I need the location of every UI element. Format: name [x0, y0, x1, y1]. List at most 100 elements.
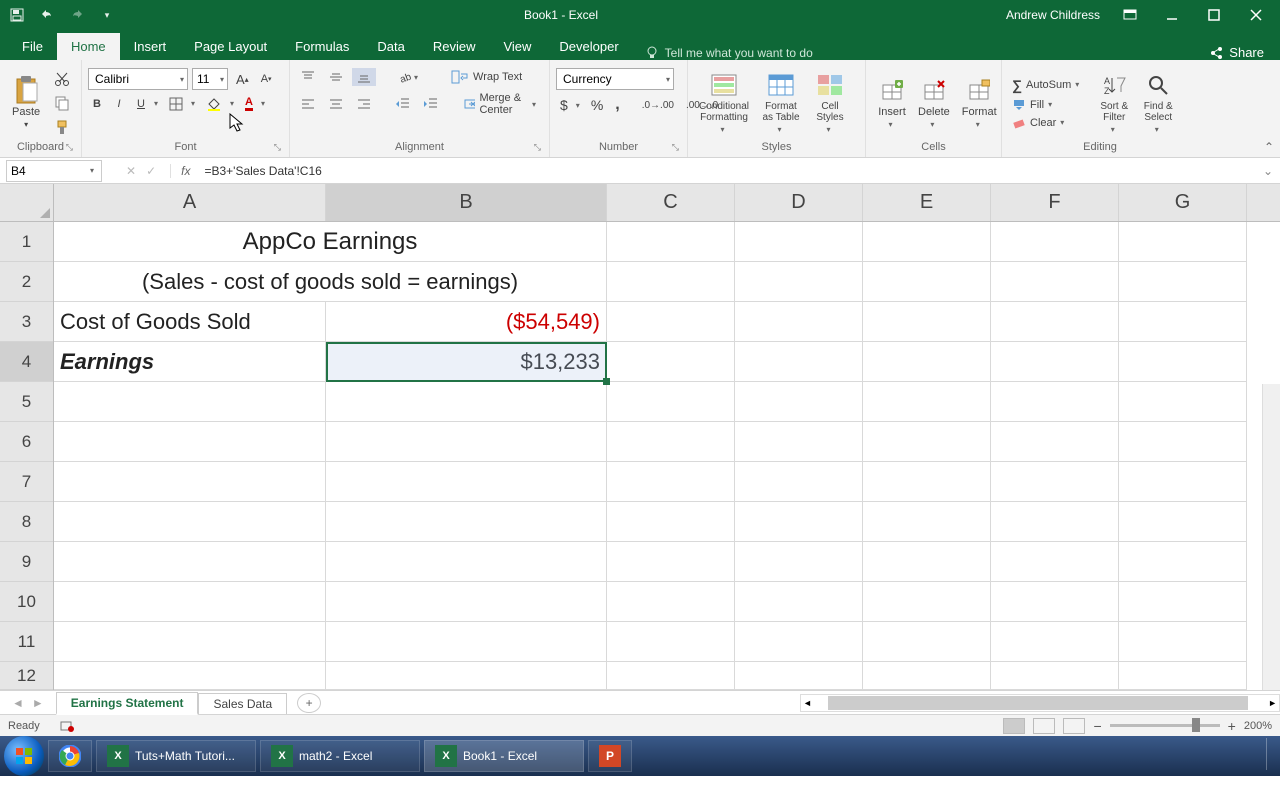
row-header[interactable]: 8 [0, 502, 53, 542]
cell[interactable] [1119, 222, 1247, 262]
show-desktop-button[interactable] [1266, 738, 1276, 770]
cut-button[interactable] [50, 69, 74, 89]
tab-formulas[interactable]: Formulas [281, 33, 363, 60]
zoom-slider[interactable] [1110, 724, 1220, 727]
clear-button[interactable]: Clear▾ [1008, 115, 1086, 131]
tab-home[interactable]: Home [57, 33, 120, 60]
tab-insert[interactable]: Insert [120, 33, 181, 60]
row-header[interactable]: 3 [0, 302, 53, 342]
cell[interactable] [607, 262, 735, 302]
cell[interactable] [991, 382, 1119, 422]
cell[interactable] [607, 422, 735, 462]
cell[interactable] [735, 302, 863, 342]
cell[interactable]: AppCo Earnings [54, 222, 607, 262]
taskbar-powerpoint[interactable]: P [588, 740, 632, 772]
cell[interactable] [991, 302, 1119, 342]
cell[interactable] [1119, 342, 1247, 382]
merge-center-button[interactable]: Merge & Center▾ [460, 90, 543, 118]
cell[interactable] [863, 622, 991, 662]
normal-view-button[interactable] [1003, 718, 1025, 734]
cell[interactable] [735, 462, 863, 502]
cell[interactable] [735, 422, 863, 462]
sheet-tab[interactable]: Sales Data [198, 693, 287, 714]
column-header[interactable]: A [54, 184, 326, 221]
cell[interactable] [54, 582, 326, 622]
cell[interactable] [1119, 262, 1247, 302]
number-launcher-icon[interactable]: ⤡ [672, 142, 679, 153]
wrap-text-button[interactable]: Wrap Text [447, 68, 526, 86]
cell[interactable] [326, 662, 607, 690]
cell[interactable] [54, 622, 326, 662]
macro-record-icon[interactable] [60, 720, 74, 732]
cell[interactable] [54, 662, 326, 690]
cell-styles-button[interactable]: Cell Styles▾ [808, 69, 852, 136]
sheet-tab-active[interactable]: Earnings Statement [56, 692, 199, 715]
row-header[interactable]: 1 [0, 222, 53, 262]
alignment-launcher-icon[interactable]: ⤡ [534, 142, 541, 153]
find-select-button[interactable]: Find & Select▾ [1136, 69, 1180, 136]
column-header[interactable]: E [863, 184, 991, 221]
formula-input[interactable]: =B3+'Sales Data'!C16 [200, 164, 1256, 178]
row-header[interactable]: 6 [0, 422, 53, 462]
share-button[interactable]: Share [1209, 45, 1280, 60]
sheet-nav-next-icon[interactable]: ► [32, 696, 44, 710]
cell[interactable] [735, 222, 863, 262]
cell[interactable] [326, 542, 607, 582]
cell[interactable] [607, 542, 735, 582]
decrease-indent-button[interactable] [391, 95, 415, 113]
cell[interactable]: Cost of Goods Sold [54, 302, 326, 342]
cell[interactable]: (Sales - cost of goods sold = earnings) [54, 262, 607, 302]
cell[interactable] [54, 462, 326, 502]
borders-button[interactable] [165, 95, 187, 113]
cell[interactable] [863, 262, 991, 302]
collapse-ribbon-icon[interactable]: ⌃ [1264, 140, 1274, 154]
ribbon-display-options-icon[interactable] [1118, 3, 1142, 27]
cell[interactable]: $13,233 [326, 342, 607, 382]
cell[interactable] [863, 342, 991, 382]
column-header[interactable]: C [607, 184, 735, 221]
tab-page-layout[interactable]: Page Layout [180, 33, 281, 60]
cell[interactable] [607, 222, 735, 262]
cell[interactable] [735, 382, 863, 422]
tab-view[interactable]: View [489, 33, 545, 60]
cell[interactable] [1119, 302, 1247, 342]
font-color-button[interactable]: A [241, 94, 257, 113]
new-sheet-button[interactable]: + [297, 693, 321, 713]
system-tray[interactable] [1266, 738, 1276, 775]
number-format-dropdown[interactable]: Currency▾ [556, 68, 674, 90]
maximize-icon[interactable] [1202, 3, 1226, 27]
font-size-dropdown[interactable]: 11▾ [192, 68, 228, 90]
cell[interactable] [326, 622, 607, 662]
cell[interactable] [863, 502, 991, 542]
select-all-button[interactable] [0, 184, 53, 222]
cell[interactable] [863, 302, 991, 342]
fill-button[interactable]: Fill▾ [1008, 97, 1086, 113]
tab-developer[interactable]: Developer [545, 33, 632, 60]
align-center-button[interactable] [324, 95, 348, 113]
redo-icon[interactable] [68, 6, 86, 24]
cell[interactable] [991, 462, 1119, 502]
page-break-view-button[interactable] [1063, 718, 1085, 734]
taskbar-item[interactable]: X Book1 - Excel [424, 740, 584, 772]
cell[interactable] [607, 342, 735, 382]
cell[interactable] [607, 462, 735, 502]
bold-button[interactable]: B [88, 96, 106, 112]
cell[interactable] [607, 382, 735, 422]
taskbar-chrome[interactable] [48, 740, 92, 772]
align-right-button[interactable] [352, 95, 376, 113]
align-top-button[interactable] [296, 68, 320, 86]
start-button[interactable] [4, 736, 44, 776]
underline-button[interactable]: U [132, 96, 150, 112]
cell[interactable] [863, 582, 991, 622]
horizontal-scrollbar[interactable]: ◄ ► [800, 694, 1280, 712]
cell[interactable] [991, 582, 1119, 622]
tab-review[interactable]: Review [419, 33, 490, 60]
autosum-button[interactable]: ∑AutoSum▾ [1008, 75, 1086, 95]
fill-color-dropdown-icon[interactable]: ▾ [230, 99, 237, 108]
cell[interactable] [863, 422, 991, 462]
enter-formula-icon[interactable]: ✓ [146, 164, 156, 178]
row-header[interactable]: 5 [0, 382, 53, 422]
cell[interactable] [991, 222, 1119, 262]
cell[interactable] [1119, 662, 1247, 690]
column-header[interactable]: D [735, 184, 863, 221]
